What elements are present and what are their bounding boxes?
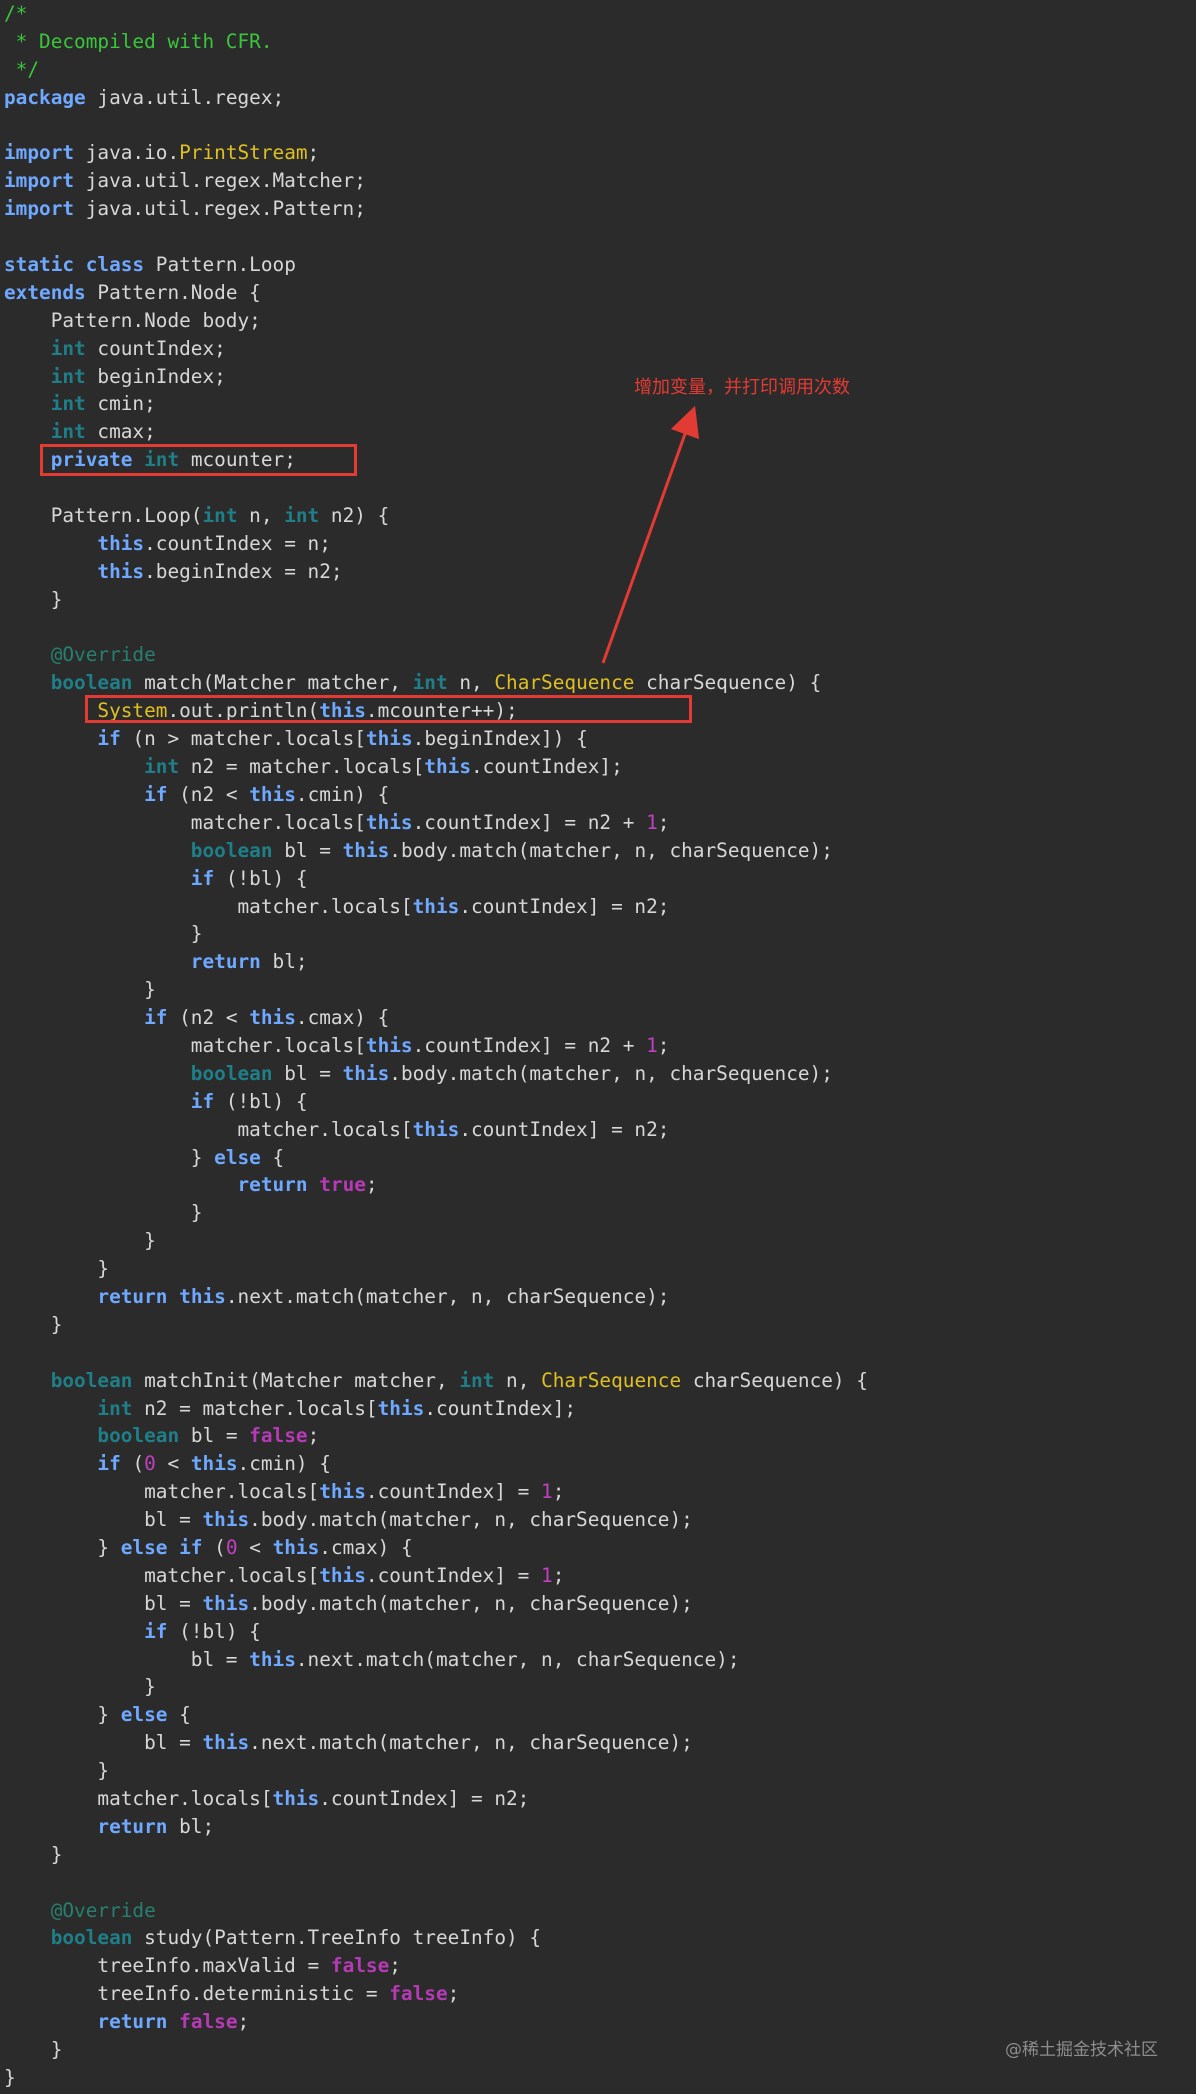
annotation-note: 增加变量，并打印调用次数 — [634, 377, 850, 398]
annotation-arrow — [601, 405, 700, 664]
watermark: @稀土掘金技术社区 — [1005, 2040, 1158, 2060]
